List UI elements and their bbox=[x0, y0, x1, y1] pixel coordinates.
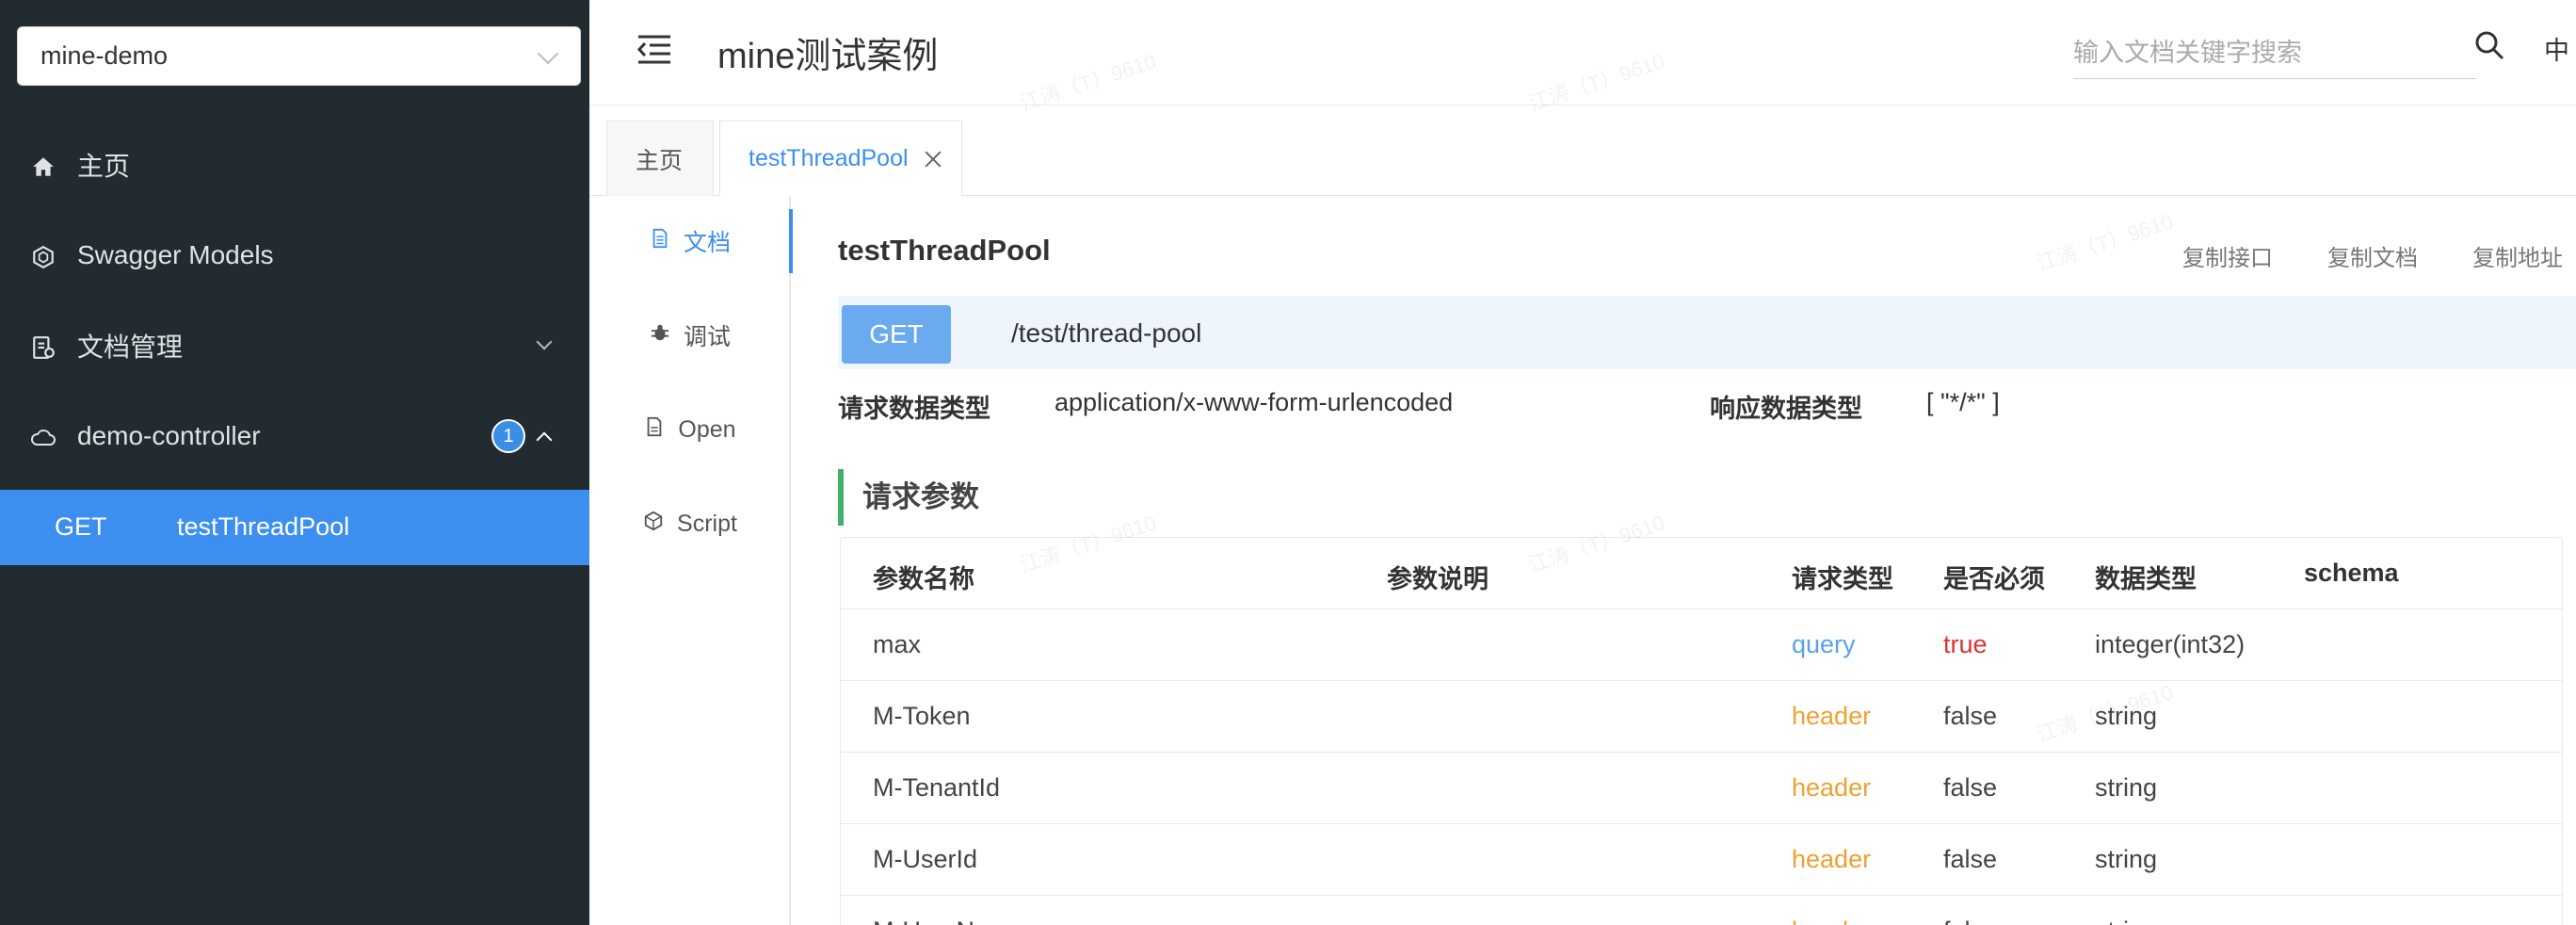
param-type: string bbox=[2095, 917, 2157, 925]
count-badge: 1 bbox=[491, 419, 525, 453]
sidebar-api-item[interactable]: GET testThreadPool bbox=[0, 490, 589, 565]
api-actions: 复制接口 复制文档 复制地址 bbox=[2182, 239, 2563, 272]
column-header: 是否必须 bbox=[1943, 565, 2045, 593]
param-required: false bbox=[1943, 773, 1998, 802]
api-title: testThreadPool bbox=[838, 234, 1051, 267]
table-row: max query true integer(int32) bbox=[841, 609, 2562, 681]
chevron-up-icon bbox=[536, 431, 553, 448]
tab-label: testThreadPool bbox=[749, 144, 909, 171]
column-header: 参数名称 bbox=[873, 565, 974, 593]
api-name: testThreadPool bbox=[177, 512, 350, 541]
table-header-row: 参数名称 参数说明 请求类型 是否必须 数据类型 schema bbox=[841, 538, 2562, 609]
api-path: /test/thread-pool bbox=[1011, 318, 1202, 348]
side-tab-label: 调试 bbox=[683, 324, 731, 350]
language-switch[interactable]: 中 bbox=[2544, 30, 2569, 67]
project-select-value: mine-demo bbox=[40, 41, 169, 70]
menu-collapse-icon[interactable] bbox=[636, 34, 672, 64]
param-name: M-UserN bbox=[873, 917, 974, 925]
side-tab-open[interactable]: Open bbox=[589, 392, 791, 467]
method-badge: GET bbox=[842, 305, 951, 364]
side-tab-doc[interactable]: 文档 bbox=[589, 203, 793, 279]
request-type-value: application/x-www-form-urlencoded bbox=[1055, 388, 1454, 416]
param-in: header bbox=[1792, 845, 1872, 873]
response-type-label: 响应数据类型 bbox=[1710, 395, 1862, 423]
sidebar-item-label: 主页 bbox=[77, 152, 131, 181]
section-title: 请求参数 bbox=[838, 469, 979, 526]
param-type: string bbox=[2095, 702, 2158, 730]
tab-testthreadpool[interactable]: testThreadPool bbox=[719, 121, 962, 197]
url-bar: GET /test/thread-pool bbox=[838, 296, 2576, 369]
param-in: header bbox=[1792, 702, 1872, 730]
param-type: string bbox=[2095, 845, 2158, 873]
param-required: false bbox=[1943, 917, 1997, 925]
column-header: 数据类型 bbox=[2095, 565, 2197, 593]
project-select[interactable]: mine-demo bbox=[17, 26, 581, 86]
param-name: max bbox=[873, 630, 922, 658]
copy-url-button[interactable]: 复制地址 bbox=[2472, 239, 2563, 272]
copy-api-button[interactable]: 复制接口 bbox=[2182, 239, 2273, 272]
home-icon bbox=[30, 154, 56, 180]
doc-side-tabs: 文档 调试 Open Script bbox=[589, 196, 793, 925]
column-header: schema bbox=[2304, 559, 2399, 587]
sidebar-item-label: demo-controller bbox=[77, 421, 261, 450]
chevron-down-icon bbox=[536, 333, 553, 350]
param-in: query bbox=[1792, 630, 1856, 658]
bug-icon bbox=[650, 322, 670, 349]
sidebar-item-label: Swagger Models bbox=[77, 240, 274, 269]
doc-content: testThreadPool 复制接口 复制文档 复制地址 GET /test/… bbox=[791, 196, 2576, 925]
page-title: mine测试案例 bbox=[717, 37, 939, 76]
param-name: M-UserId bbox=[873, 845, 978, 873]
param-required: false bbox=[1943, 702, 1998, 730]
param-type: string bbox=[2095, 773, 2158, 802]
close-icon[interactable] bbox=[924, 149, 933, 168]
top-header: mine测试案例 中 bbox=[589, 0, 2576, 105]
request-type-label: 请求数据类型 bbox=[838, 395, 990, 423]
tab-bar: 主页 testThreadPool bbox=[589, 105, 2576, 197]
column-header: 请求类型 bbox=[1792, 565, 1893, 593]
chevron-down-icon bbox=[537, 42, 559, 65]
table-row: M-UserN header false string bbox=[841, 896, 2562, 925]
file-icon bbox=[644, 416, 665, 444]
table-row: M-Token header false string bbox=[841, 681, 2562, 753]
sidebar-item-doc-manage[interactable]: 文档管理 bbox=[0, 300, 589, 391]
side-tab-label: Script bbox=[677, 510, 737, 537]
param-in: header bbox=[1792, 917, 1871, 925]
sidebar-item-label: 文档管理 bbox=[77, 333, 184, 362]
side-tab-label: 文档 bbox=[683, 230, 731, 256]
param-required: true bbox=[1943, 630, 1988, 658]
sidebar-item-demo-controller[interactable]: demo-controller 1 bbox=[0, 391, 589, 481]
table-row: M-TenantId header false string bbox=[841, 753, 2562, 824]
params-table: 参数名称 参数说明 请求类型 是否必须 数据类型 schema max quer… bbox=[840, 537, 2563, 925]
side-tab-label: Open bbox=[678, 415, 736, 443]
models-icon bbox=[30, 244, 56, 270]
code-icon bbox=[643, 511, 664, 538]
sidebar-item-home[interactable]: 主页 bbox=[0, 120, 589, 210]
param-name: M-TenantId bbox=[873, 773, 1001, 802]
table-row: M-UserId header false string bbox=[841, 824, 2562, 896]
param-in: header bbox=[1792, 773, 1872, 802]
copy-doc-button[interactable]: 复制文档 bbox=[2327, 239, 2418, 272]
side-tab-debug[interactable]: 调试 bbox=[589, 298, 791, 373]
search-input[interactable] bbox=[2073, 28, 2476, 78]
document-icon bbox=[650, 228, 670, 255]
side-tab-script[interactable]: Script bbox=[589, 486, 791, 561]
cloud-icon bbox=[30, 425, 56, 451]
sidebar: mine-demo 主页 Swagger Models 文档管理 demo-co… bbox=[0, 0, 589, 925]
doc-manage-icon bbox=[30, 334, 56, 361]
content-type-row: 请求数据类型 application/x-www-form-urlencoded… bbox=[838, 388, 2576, 426]
param-required: false bbox=[1943, 845, 1998, 873]
tab-label: 主页 bbox=[636, 147, 684, 174]
param-type: integer(int32) bbox=[2095, 630, 2246, 658]
sidebar-item-swagger-models[interactable]: Swagger Models bbox=[0, 210, 589, 300]
search-field bbox=[2073, 28, 2476, 79]
response-type-value: [ "*/*" ] bbox=[1926, 388, 2000, 416]
tab-home[interactable]: 主页 bbox=[606, 121, 714, 196]
param-name: M-Token bbox=[873, 702, 971, 730]
column-header: 参数说明 bbox=[1387, 565, 1489, 593]
search-icon[interactable] bbox=[2472, 28, 2510, 66]
api-method: GET bbox=[55, 512, 107, 541]
